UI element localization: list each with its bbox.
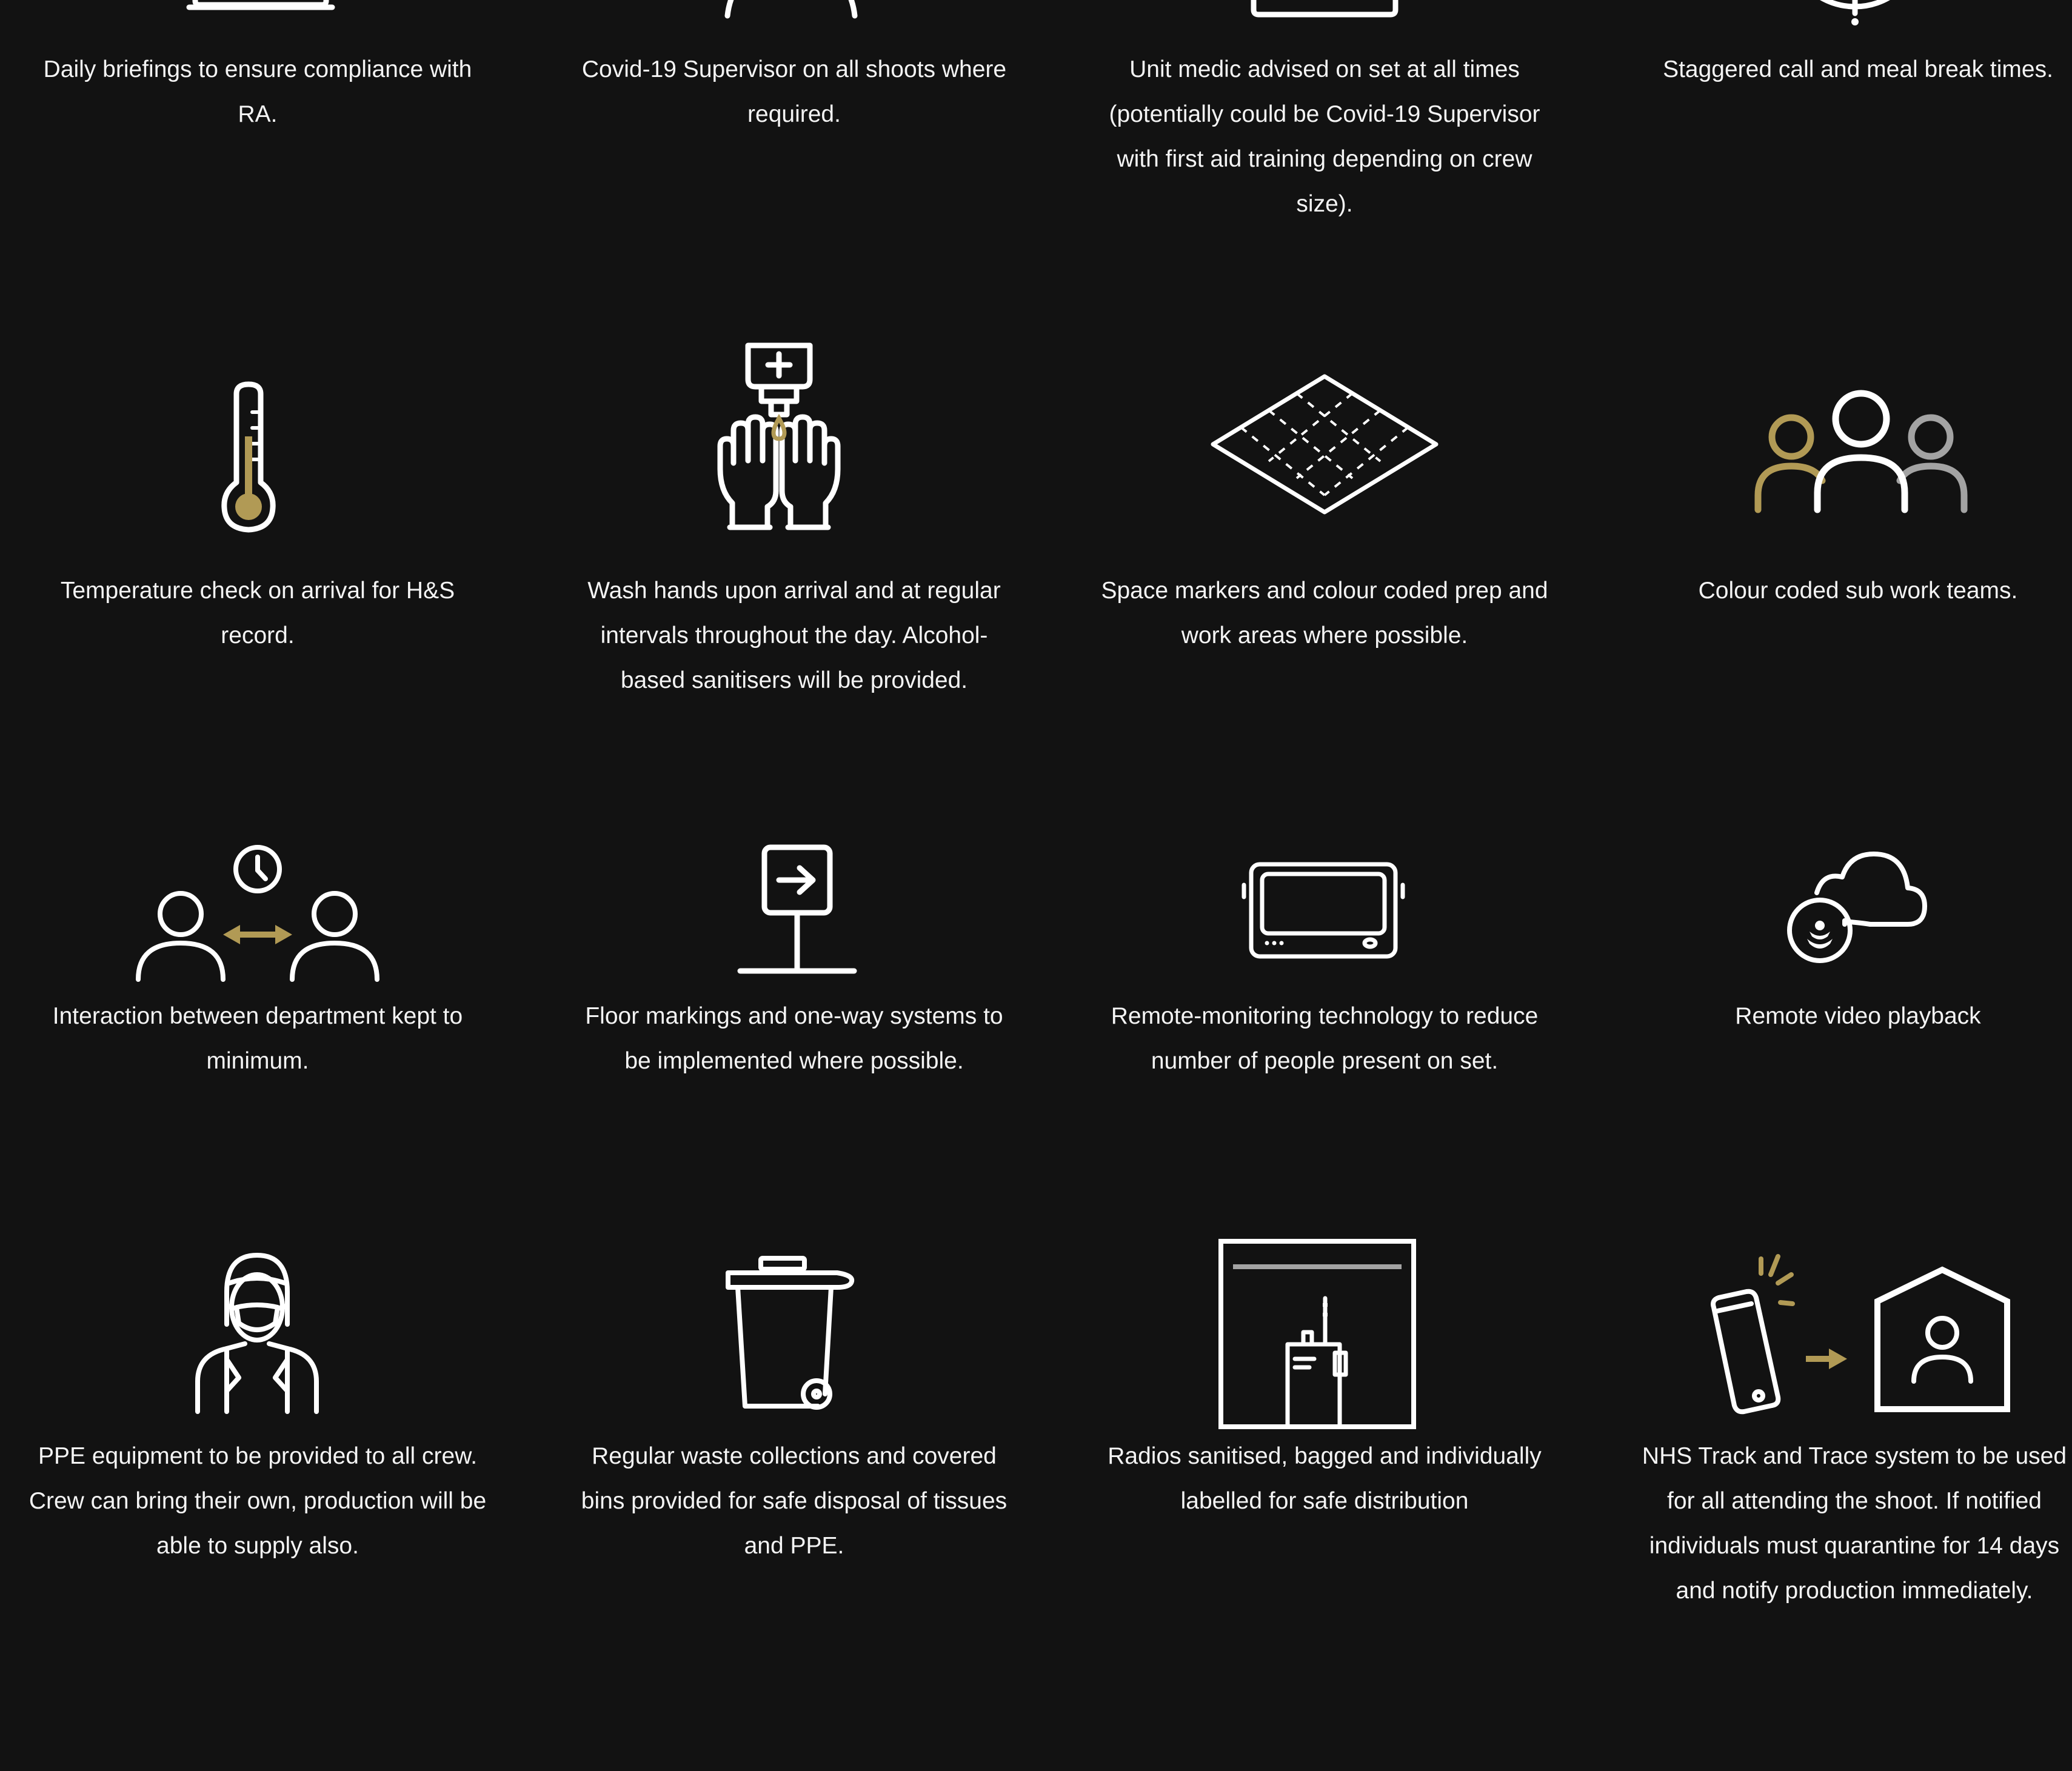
caption-wash-hands: Wash hands upon arrival and at regular i… [587,578,1001,693]
caption-daily-briefings: Daily briefings to ensure compliance wit… [43,56,472,127]
caption-temperature-check: Temperature check on arrival for H&S rec… [60,578,455,649]
cloud-playback-icon [1787,852,1927,963]
masked-person-icon [195,1253,319,1414]
radio-icon [1218,1239,1416,1429]
medic-kit-icon [1251,0,1399,18]
hand-sanitiser-icon [717,342,841,530]
thermometer-icon [221,381,276,533]
caption-track-and-trace: NHS Track and Trace system to be used fo… [1642,1443,2067,1604]
track-trace-icon [1711,1254,2010,1415]
caption-unit-medic: Unit medic advised on set at all times (… [1109,56,1540,217]
caption-staggered-times: Staggered call and meal break times. [1663,56,2053,82]
caption-space-markers: Space markers and colour coded prep and … [1101,578,1548,649]
direction-sign-icon [737,844,857,974]
caption-work-teams: Colour coded sub work teams. [1698,578,2018,604]
caption-floor-markings: Floor markings and one-way systems to be… [585,1003,1003,1074]
waste-bin-icon [726,1256,855,1410]
distanced-people-icon [136,845,379,982]
supervisor-icon [724,0,858,19]
work-teams-icon [1754,390,1968,513]
clock-icon [1820,0,1890,25]
caption-interaction-minimum: Interaction between department kept to m… [52,1003,463,1074]
caption-covid-supervisor: Covid-19 Supervisor on all shoots where … [581,56,1007,127]
caption-ppe-equipment: PPE equipment to be provided to all crew… [28,1443,487,1559]
laptop-icon [186,0,335,10]
space-markers-icon [1211,374,1439,515]
caption-radios-sanitised: Radios sanitised, bagged and individuall… [1108,1443,1542,1514]
caption-remote-monitoring: Remote-monitoring technology to reduce n… [1111,1003,1539,1074]
monitor-icon [1242,862,1405,959]
caption-waste-collections: Regular waste collections and covered bi… [581,1443,1008,1559]
caption-remote-playback: Remote video playback [1735,1003,1981,1029]
